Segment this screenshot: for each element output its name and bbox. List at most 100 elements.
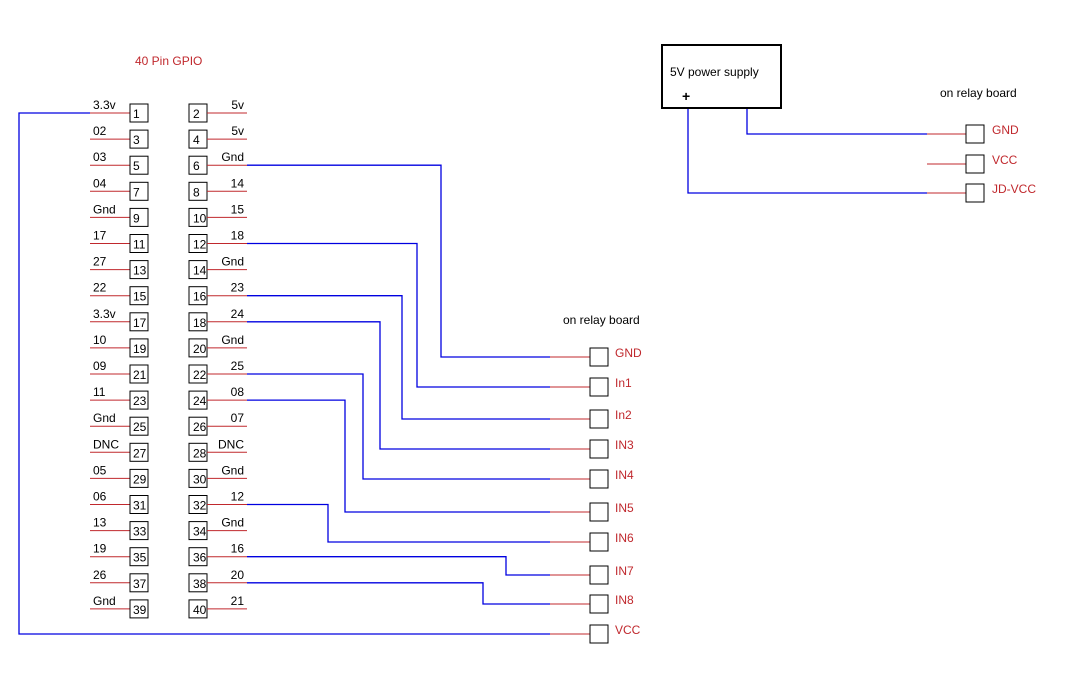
pin-label: 23 [231,281,245,295]
relay-terminal [965,124,985,144]
pin-label: Gnd [221,333,244,347]
pin-number: 39 [133,603,147,617]
pin-label: 07 [231,411,245,425]
relay-terminal [589,624,609,644]
pin-label: 12 [231,490,245,504]
pin-number: 14 [193,264,207,278]
pin-number: 8 [193,185,200,199]
pin-number: 17 [133,316,147,330]
pin-label: 04 [93,176,107,190]
pin-label: 21 [231,594,245,608]
pin-number: 23 [133,394,147,408]
wire [687,108,927,194]
wires [18,108,927,635]
terminal-label: IN3 [615,438,634,452]
terminal-label: In1 [615,376,632,390]
pin-label: 16 [231,542,245,556]
relay-board-title: on relay board [563,313,640,327]
pin-number: 30 [193,472,207,486]
relay-terminal [589,469,609,489]
wire [247,242,550,388]
pin-label: 22 [93,281,107,295]
relay-terminal [965,154,985,174]
terminal-label: IN6 [615,531,634,545]
pin-number: 18 [193,316,207,330]
pin-label: Gnd [221,255,244,269]
pin-label: 20 [231,568,245,582]
wire [247,556,550,576]
pin-number: 9 [133,211,140,225]
terminal-label: JD-VCC [992,182,1036,196]
pin-label: 14 [231,176,245,190]
gpio-right-column: 2 5v 4 5v 6 Gnd 8 14 10 15 12 18 14 Gnd 16 23 18 24 20 Gnd 2… [188,98,247,619]
wire [746,108,927,135]
pin-number: 33 [133,525,147,539]
pin-label: 08 [231,385,245,399]
pin-label: 5v [231,98,244,112]
pin-label: 17 [93,229,107,243]
pin-number: 40 [193,603,207,617]
power-relay-title: on relay board [940,86,1017,100]
pin-label: 3.3v [93,98,116,112]
pin-number: 20 [193,342,207,356]
pin-label: 24 [231,307,245,321]
wire [247,582,550,605]
terminal-label: IN8 [615,593,634,607]
pin-number: 5 [133,159,140,173]
pin-label: DNC [218,437,244,451]
pin-number: 22 [193,368,207,382]
pin-number: 37 [133,577,147,591]
pin-number: 28 [193,446,207,460]
pin-number: 34 [193,525,207,539]
relay-terminals: GND In1 In2 IN3 IN4 IN5 IN6 IN7 IN8 VCC [550,346,642,644]
pin-label: Gnd [221,150,244,164]
pin-number: 27 [133,446,147,460]
wire [247,321,550,450]
terminal-label: VCC [615,623,641,637]
relay-terminal [589,377,609,397]
pin-number: 29 [133,472,147,486]
pin-label: 10 [93,333,107,347]
pin-label: 05 [93,463,107,477]
pin-number: 24 [193,394,207,408]
pin-label: Gnd [93,594,116,608]
plus-terminal-icon: + [682,88,690,104]
pin-number: 12 [193,238,207,252]
pin-label: 09 [93,359,107,373]
pin-number: 10 [193,211,207,225]
pin-number: 1 [133,107,140,121]
pin-number: 26 [193,420,207,434]
pin-number: 32 [193,499,207,513]
pin-number: 4 [193,133,200,147]
pin-label: 19 [93,542,107,556]
gpio-title: 40 Pin GPIO [135,54,202,68]
terminal-label: IN7 [615,564,634,578]
wire [247,373,550,480]
terminal-label: GND [615,346,642,360]
pin-label: 3.3v [93,307,116,321]
terminal-label: IN5 [615,501,634,515]
terminal-label: VCC [992,153,1018,167]
pin-label: 25 [231,359,245,373]
pin-number: 38 [193,577,207,591]
relay-terminal [589,532,609,552]
pin-number: 36 [193,551,207,565]
wire [247,164,550,358]
pin-number: 15 [133,290,147,304]
pin-number: 6 [193,159,200,173]
pin-number: 19 [133,342,147,356]
relay-terminal [589,409,609,429]
pin-label: Gnd [221,463,244,477]
pin-number: 16 [193,290,207,304]
pin-label: 02 [93,124,107,138]
pin-number: 11 [133,238,146,252]
pin-label: Gnd [93,202,116,216]
power-relay-terminals: GND VCC JD-VCC [927,123,1036,203]
terminal-label: In2 [615,408,632,422]
wiring-diagram: 40 Pin GPIO 13.3v3025037049Gnd1117132715… [18,44,1036,644]
wire [247,503,550,543]
pin-label: Gnd [221,516,244,530]
terminal-label: IN4 [615,468,634,482]
pin-label: Gnd [93,411,116,425]
power-supply-label: 5V power supply [670,65,759,79]
